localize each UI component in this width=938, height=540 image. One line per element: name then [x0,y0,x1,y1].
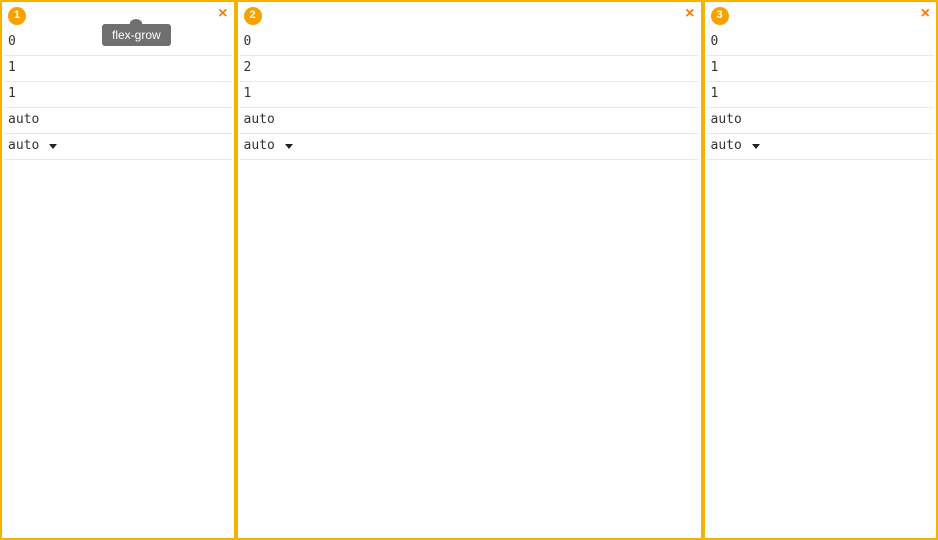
field-list: 0 2 1 auto auto [238,30,701,160]
close-icon[interactable]: × [685,6,694,22]
column-header: 3 × [705,2,937,30]
flex-grow-input[interactable]: 1 [707,56,935,82]
chevron-down-icon [752,144,760,149]
align-self-value: auto [8,137,39,155]
flex-basis-input[interactable]: auto [4,108,232,134]
index-badge: 2 [244,7,262,25]
flex-basis-input[interactable]: auto [707,108,935,134]
field-list: 0 1 1 auto auto [2,30,234,160]
flex-grow-input[interactable]: 2 [240,56,699,82]
order-input[interactable]: 0 [4,30,232,56]
flex-shrink-input[interactable]: 1 [240,82,699,108]
index-badge: 3 [711,7,729,25]
column-header: 1 × [2,2,234,30]
flex-basis-input[interactable]: auto [240,108,699,134]
flex-item-2[interactable]: 2 × 0 2 1 auto auto [234,2,701,538]
flex-shrink-input[interactable]: 1 [707,82,935,108]
column-header: 2 × [238,2,701,30]
align-self-value: auto [244,137,275,155]
index-badge: 1 [8,7,26,25]
align-self-select[interactable]: auto [4,134,232,160]
close-icon[interactable]: × [921,6,930,22]
align-self-value: auto [711,137,742,155]
flex-grow-input[interactable]: 1 [4,56,232,82]
order-input[interactable]: 0 [707,30,935,56]
flex-playground: 1 × flex-grow 0 1 1 auto auto 2 × 0 2 1 … [0,0,938,540]
order-input[interactable]: 0 [240,30,699,56]
flex-item-3[interactable]: 3 × 0 1 1 auto auto [701,2,937,538]
close-icon[interactable]: × [218,6,227,22]
align-self-select[interactable]: auto [240,134,699,160]
field-list: 0 1 1 auto auto [705,30,937,160]
align-self-select[interactable]: auto [707,134,935,160]
chevron-down-icon [49,144,57,149]
flex-item-1[interactable]: 1 × flex-grow 0 1 1 auto auto [2,2,234,538]
flex-shrink-input[interactable]: 1 [4,82,232,108]
chevron-down-icon [285,144,293,149]
